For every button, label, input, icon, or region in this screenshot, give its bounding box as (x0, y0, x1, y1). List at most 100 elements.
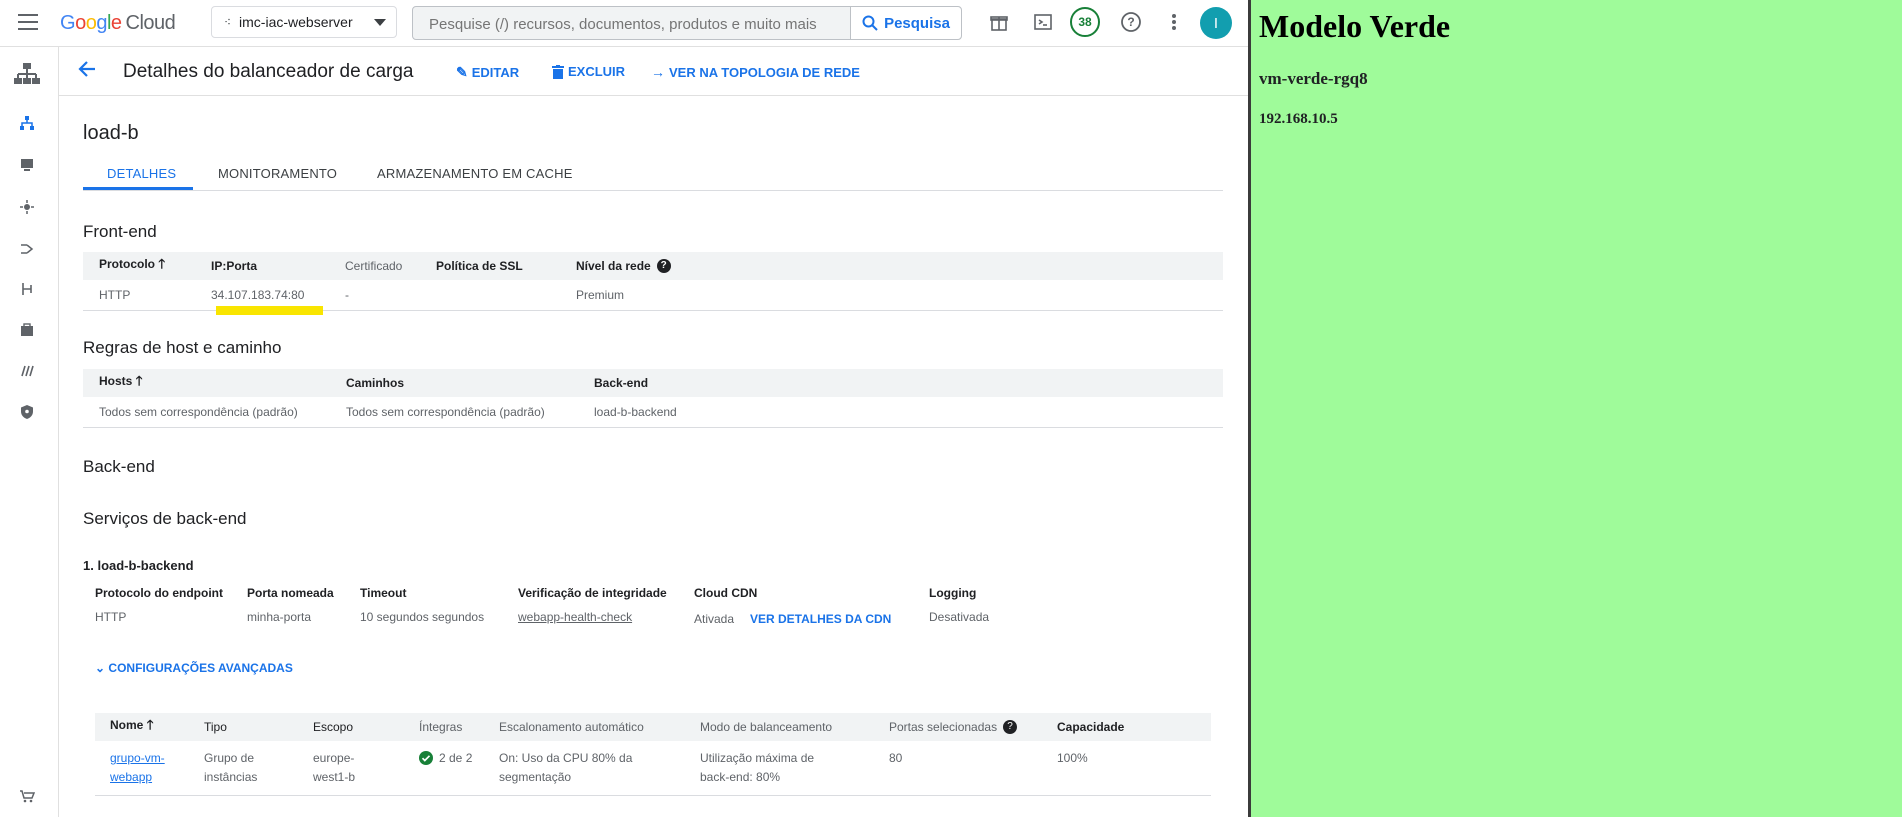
view-topology-button[interactable]: → VER NA TOPOLOGIA DE REDE (651, 64, 860, 80)
notifications-badge[interactable]: 38 (1070, 7, 1100, 37)
column-header-ssl-policy[interactable]: Política de SSL (436, 252, 576, 280)
column-header-healthy[interactable]: Íntegras (419, 713, 499, 741)
svg-text:?: ? (1127, 15, 1134, 29)
arrow-up-icon: 🡑 (158, 256, 166, 271)
cell-type: Grupo de instâncias (204, 741, 313, 796)
back-arrow-icon[interactable] (77, 59, 97, 85)
view-cdn-details-link[interactable]: VER DETALHES DA CDN (750, 612, 891, 626)
gift-icon[interactable] (987, 10, 1011, 34)
column-header-backend[interactable]: Back-end (594, 369, 1223, 397)
traffic-director-icon[interactable] (17, 279, 37, 299)
host-rules-table: Hosts 🡑 Caminhos Back-end Todos sem corr… (83, 369, 1223, 428)
label-health-check: Verificação de integridade (518, 586, 667, 600)
cloud-domains-icon[interactable] (17, 361, 37, 381)
marketplace-icon[interactable] (17, 786, 37, 806)
table-row: Todos sem correspondência (padrão) Todos… (83, 397, 1223, 428)
column-header-type[interactable]: Tipo (204, 713, 313, 741)
panel-title: Modelo Verde (1259, 8, 1451, 44)
console-pane: GoogleCloud ⁖ imc-iac-webserver Pesquisa… (0, 0, 1248, 817)
delete-button[interactable]: EXCLUIR (552, 64, 625, 79)
search-button[interactable]: Pesquisa (850, 7, 961, 39)
tab-monitoring[interactable]: MONITORAMENTO (218, 166, 337, 181)
cell-autoscaling: On: Uso da CPU 80% da segmentação (499, 741, 700, 796)
active-tab-indicator (83, 187, 193, 190)
cloud-shell-icon[interactable] (1031, 10, 1055, 34)
column-header-ip-port[interactable]: IP:Porta (211, 252, 345, 280)
search-bar: Pesquisa (412, 6, 962, 41)
arrow-up-icon: 🡑 (146, 717, 154, 732)
avatar[interactable]: I (1200, 7, 1232, 39)
project-icon: ⁖ (224, 15, 232, 29)
chevron-down-icon: ⌄ (95, 661, 106, 675)
search-input[interactable] (413, 7, 871, 41)
load-balancing-icon[interactable] (17, 113, 37, 133)
advanced-settings-toggle[interactable]: ⌄ CONFIGURAÇÕES AVANÇADAS (95, 661, 293, 675)
column-header-autoscaling[interactable]: Escalonamento automático (499, 713, 700, 741)
help-icon[interactable]: ? (1003, 720, 1018, 735)
cell-healthy: 2 de 2 (419, 741, 499, 796)
cell-paths: Todos sem correspondência (padrão) (346, 397, 594, 428)
highlight-marker (216, 306, 323, 315)
google-cloud-logo[interactable]: Google Cloud (60, 12, 176, 35)
column-header-certificate[interactable]: Certificado (345, 252, 436, 280)
cloud-nat-icon[interactable] (17, 239, 37, 259)
value-timeout: 10 segundos segundos (360, 610, 485, 624)
load-balancer-name: load-b (83, 122, 139, 144)
arrow-up-icon: 🡑 (135, 373, 143, 388)
host-rules-heading: Regras de host e caminho (83, 338, 282, 357)
tab-caching[interactable]: ARMAZENAMENTO EM CACHE (377, 166, 573, 181)
column-header-network-tier[interactable]: Nível da rede? (576, 252, 1223, 280)
cell-ssl-policy (436, 280, 576, 311)
cell-network-tier: Premium (576, 280, 1223, 311)
service-directory-icon[interactable] (17, 320, 37, 340)
backend-services-heading: Serviços de back-end (83, 509, 247, 528)
cloud-cdn-icon[interactable] (17, 197, 37, 217)
table-header-row: Protocolo 🡑 IP:Porta Certificado Polític… (83, 252, 1223, 280)
column-header-hosts[interactable]: Hosts 🡑 (83, 369, 346, 397)
column-header-paths[interactable]: Caminhos (346, 369, 594, 397)
cell-protocol: HTTP (83, 280, 211, 311)
cloud-dns-icon[interactable] (17, 155, 37, 175)
instance-group-link[interactable]: grupo-vm-webapp (110, 749, 180, 787)
tab-bar: DETALHES MONITORAMENTO ARMAZENAMENTO EM … (83, 158, 1223, 191)
column-header-selected-ports[interactable]: Portas selecionadas? (889, 713, 1057, 741)
frontend-table: Protocolo 🡑 IP:Porta Certificado Polític… (83, 252, 1223, 311)
help-icon[interactable]: ? (1119, 10, 1143, 34)
label-cloud-cdn: Cloud CDN (694, 586, 758, 600)
cell-scope: europe-west1-b (313, 741, 419, 796)
cell-certificate: - (345, 280, 436, 311)
vm-ip: 192.168.10.5 (1259, 111, 1338, 127)
label-logging: Logging (929, 586, 977, 600)
cell-balancing-mode: Utilização máxima de back-end: 80% (700, 741, 889, 796)
menu-icon[interactable] (18, 14, 38, 30)
column-header-balancing-mode[interactable]: Modo de balanceamento (700, 713, 889, 741)
column-header-name[interactable]: Nome 🡑 (95, 713, 204, 741)
vm-name: vm-verde-rgq8 (1259, 69, 1368, 88)
backend-heading: Back-end (83, 457, 155, 476)
project-name: imc-iac-webserver (239, 14, 353, 30)
network-services-icon[interactable] (12, 59, 42, 89)
check-circle-icon (419, 751, 433, 765)
health-check-link[interactable]: webapp-health-check (518, 610, 632, 624)
help-icon[interactable]: ? (656, 259, 671, 274)
value-endpoint-protocol: HTTP (95, 610, 127, 624)
arrow-right-icon: → (651, 64, 665, 80)
chevron-down-icon (374, 19, 386, 26)
edit-button[interactable]: ✎ EDITAR (456, 64, 519, 81)
side-rail (0, 47, 59, 817)
column-header-scope[interactable]: Escopo (313, 713, 419, 741)
table-header-row: Hosts 🡑 Caminhos Back-end (83, 369, 1223, 397)
cell-selected-ports: 80 (889, 741, 1057, 796)
security-shield-icon[interactable] (17, 402, 37, 422)
cell-backend: load-b-backend (594, 397, 1223, 428)
column-header-protocol[interactable]: Protocolo 🡑 (83, 252, 211, 280)
cell-capacity: 100% (1057, 741, 1211, 796)
label-timeout: Timeout (360, 586, 407, 600)
tab-details[interactable]: DETALHES (107, 166, 176, 181)
more-vert-icon[interactable] (1162, 10, 1186, 34)
edit-icon: ✎ (456, 64, 468, 80)
project-selector[interactable]: ⁖ imc-iac-webserver (211, 6, 397, 38)
column-header-capacity[interactable]: Capacidade (1057, 713, 1211, 741)
delete-icon (552, 64, 564, 79)
green-model-panel: Modelo Verde vm-verde-rgq8 192.168.10.5 (1248, 0, 1902, 817)
